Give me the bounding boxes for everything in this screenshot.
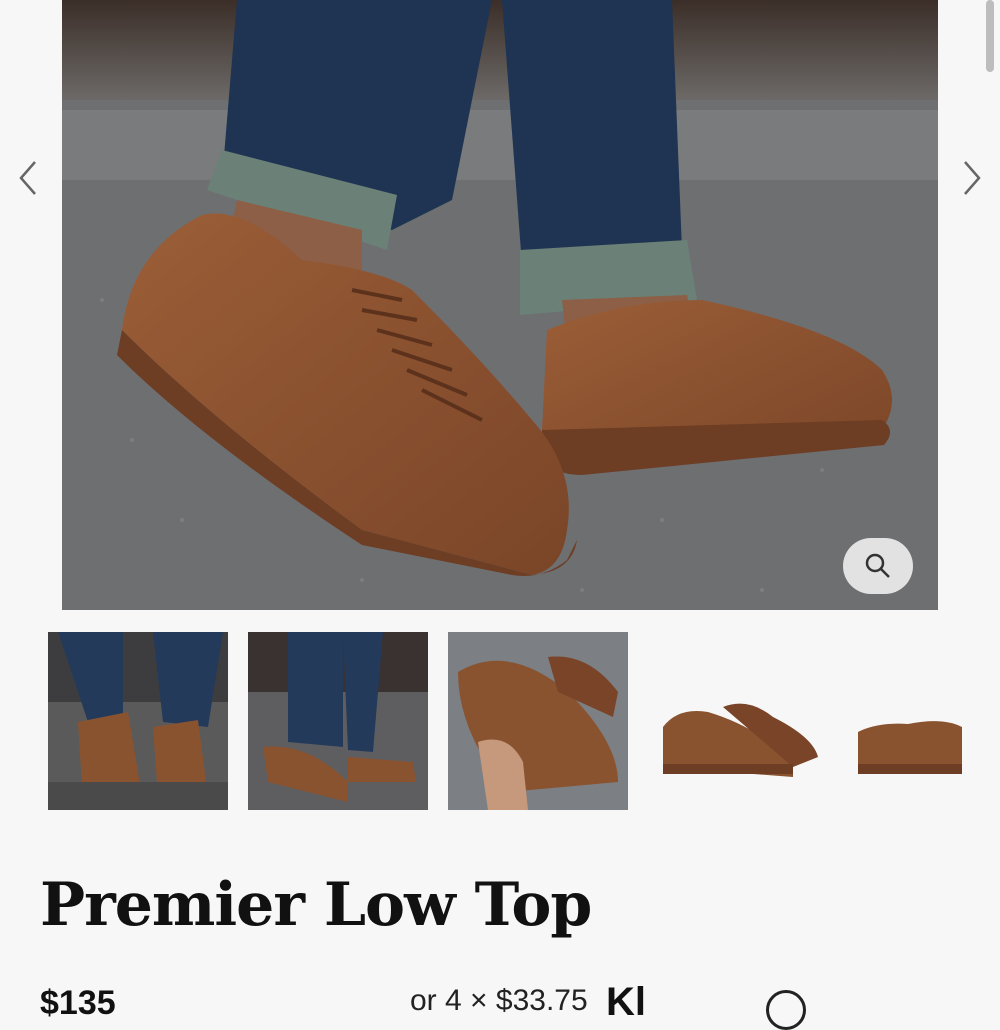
product-price: $135 [40,984,116,1022]
hero-illustration [62,0,938,610]
info-icon[interactable] [766,990,806,1030]
thumbnail-4[interactable] [648,632,828,810]
gallery-next-button[interactable] [952,152,992,204]
product-main-image[interactable] [62,0,938,610]
thumbnail-image [48,632,228,810]
thumbnail-image [848,632,962,810]
thumbnail-strip [0,632,1000,812]
product-title: Premier Low Top [40,870,592,940]
chevron-left-icon [19,161,36,195]
thumbnail-2[interactable] [248,632,428,810]
thumbnail-image [648,632,828,810]
thumbnail-5[interactable] [848,632,962,810]
pay-provider-logo: Kl [606,980,646,1024]
thumbnail-image [248,632,428,810]
thumbnail-image [448,632,628,810]
thumbnail-1[interactable] [48,632,228,810]
price-row: $135 or 4 × $33.75 Kl [40,980,980,1030]
gallery-prev-button[interactable] [8,152,48,204]
magnifier-icon [865,553,890,578]
page-scrollbar[interactable] [986,0,994,72]
installment-text: or 4 × $33.75 [410,984,588,1017]
thumbnail-3[interactable] [448,632,628,810]
chevron-right-icon [964,161,981,195]
zoom-button[interactable] [843,538,913,594]
